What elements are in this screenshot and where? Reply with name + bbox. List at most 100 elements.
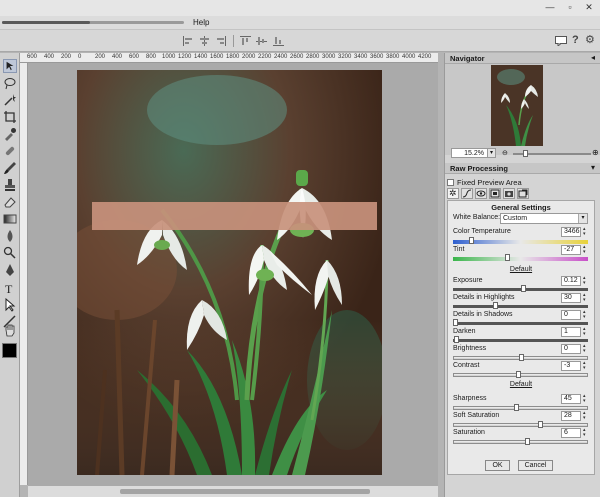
default-link-1[interactable]: Default	[448, 266, 594, 273]
tab-lens-icon[interactable]	[489, 188, 501, 199]
minimize-icon[interactable]: —	[544, 2, 556, 13]
soft-saturation-spinner[interactable]: ▴ ▾	[583, 411, 589, 421]
help-icon[interactable]: ?	[572, 34, 579, 46]
exposure-value[interactable]: 0.12	[561, 276, 581, 286]
zoom-level-field[interactable]: 15.2%	[451, 148, 488, 158]
sharpness-spinner[interactable]: ▴ ▾	[583, 394, 589, 404]
ruler-label: 200	[61, 54, 72, 60]
magic-wand-icon[interactable]	[3, 93, 17, 107]
hand-tool-icon[interactable]	[3, 323, 17, 337]
blur-tool-icon[interactable]	[3, 229, 17, 243]
settings-icon[interactable]: ⚙	[585, 33, 595, 46]
lasso-tool-icon[interactable]	[3, 76, 17, 90]
saturation-value[interactable]: 6	[561, 428, 581, 438]
sharpness-value[interactable]: 45	[561, 394, 581, 404]
pen-tool-icon[interactable]	[3, 263, 17, 277]
color-temperature-spinner[interactable]: ▴ ▾	[583, 227, 589, 237]
zoom-out-icon[interactable]: ⊖	[502, 149, 508, 157]
gradient-tool-icon[interactable]	[3, 212, 17, 226]
restore-icon[interactable]: ▫	[564, 2, 576, 13]
contrast-value[interactable]: -3	[561, 361, 581, 371]
details-shadows-value[interactable]: 0	[561, 310, 581, 320]
photo-snowdrops[interactable]	[77, 70, 382, 475]
svg-text:T: T	[5, 282, 13, 295]
menu-progress-slider[interactable]	[2, 21, 184, 24]
details-highlights-slider[interactable]	[453, 302, 588, 309]
cancel-button[interactable]: Cancel	[518, 460, 553, 471]
darken-slider[interactable]	[453, 336, 588, 343]
tint-slider[interactable]	[453, 254, 588, 261]
navigator-thumbnail[interactable]	[491, 65, 543, 146]
chevron-down-icon[interactable]: ▾	[578, 214, 587, 223]
fixed-preview-checkbox[interactable]	[447, 179, 454, 186]
saturation-slider[interactable]	[453, 438, 588, 445]
brightness-spinner[interactable]: ▴ ▾	[583, 344, 589, 354]
details-highlights-spinner[interactable]: ▴ ▾	[583, 293, 589, 303]
brightness-value[interactable]: 0	[561, 344, 581, 354]
chat-icon[interactable]	[555, 36, 567, 46]
ruler-label: 600	[27, 54, 38, 60]
color-temperature-slider[interactable]	[453, 237, 588, 244]
panel-collapse-icon[interactable]: ◂	[591, 53, 595, 62]
tint-spinner[interactable]: ▴ ▾	[583, 245, 589, 255]
ruler-label: 2200	[258, 54, 272, 60]
brush-tool-icon[interactable]	[3, 161, 17, 175]
zoom-in-icon[interactable]: ⊕	[592, 148, 599, 157]
contrast-slider[interactable]	[453, 371, 588, 378]
options-divider	[233, 35, 234, 47]
type-tool-icon[interactable]: T	[3, 281, 17, 295]
zoom-dropdown-arrow[interactable]: ▾	[487, 148, 496, 158]
eraser-tool-icon[interactable]	[3, 195, 17, 209]
details-shadows-slider[interactable]	[453, 319, 588, 326]
tab-curves-icon[interactable]	[461, 188, 473, 199]
navigator-header: Navigator ◂	[445, 53, 600, 64]
dodge-tool-icon[interactable]	[3, 246, 17, 260]
foreground-color-swatch[interactable]	[2, 343, 17, 358]
align-middle-icon[interactable]	[256, 36, 267, 46]
details-shadows-spinner[interactable]: ▴ ▾	[583, 310, 589, 320]
clone-stamp-icon[interactable]	[3, 178, 17, 192]
details-highlights-value[interactable]: 30	[561, 293, 581, 303]
saturation-spinner[interactable]: ▴ ▾	[583, 428, 589, 438]
align-right-icon[interactable]	[215, 36, 226, 46]
path-selection-icon[interactable]	[3, 298, 17, 312]
default-link-2[interactable]: Default	[448, 381, 594, 388]
right-panel: Navigator ◂ 15.2% ▾ ⊖ ⊕ Raw Processing ▾…	[444, 53, 600, 497]
eyedropper-tool-icon[interactable]	[3, 127, 17, 141]
scrollbar-thumb[interactable]	[120, 489, 370, 494]
darken-spinner[interactable]: ▴ ▾	[583, 327, 589, 337]
close-icon[interactable]: ✕	[583, 2, 595, 13]
tab-detail-icon[interactable]	[475, 188, 487, 199]
general-settings-title: General Settings	[491, 203, 551, 212]
zoom-slider[interactable]	[513, 150, 591, 157]
panel-menu-icon[interactable]: ▾	[591, 163, 595, 172]
color-temperature-value[interactable]: 3466	[561, 227, 581, 237]
exposure-spinner[interactable]: ▴ ▾	[583, 276, 589, 286]
healing-brush-icon[interactable]	[3, 144, 17, 158]
align-center-icon[interactable]	[199, 36, 210, 46]
crop-tool-icon[interactable]	[3, 110, 17, 124]
ruler-label: 3800	[386, 54, 400, 60]
soft-saturation-slider[interactable]	[453, 421, 588, 428]
details-highlights-label: Details in Highlights	[453, 294, 515, 301]
tint-value[interactable]: -27	[561, 245, 581, 255]
align-top-icon[interactable]	[240, 36, 251, 46]
tab-settings-icon[interactable]: ✲	[447, 188, 459, 199]
tab-camera-icon[interactable]	[503, 188, 515, 199]
fixed-preview-row: Fixed Preview Area	[447, 178, 597, 188]
darken-value[interactable]: 1	[561, 327, 581, 337]
exposure-slider[interactable]	[453, 285, 588, 292]
align-bottom-icon[interactable]	[273, 36, 284, 46]
menu-help[interactable]: Help	[193, 18, 209, 27]
ruler-label: 400	[112, 54, 123, 60]
tab-presets-icon[interactable]	[517, 188, 529, 199]
align-left-icon[interactable]	[183, 36, 194, 46]
ok-button[interactable]: OK	[485, 460, 510, 471]
move-tool-icon[interactable]	[3, 59, 17, 73]
horizontal-scrollbar[interactable]	[28, 485, 438, 497]
soft-saturation-value[interactable]: 28	[561, 411, 581, 421]
sharpness-slider[interactable]	[453, 404, 588, 411]
contrast-spinner[interactable]: ▴ ▾	[583, 361, 589, 371]
white-balance-select[interactable]: Custom ▾	[500, 213, 588, 224]
brightness-slider[interactable]	[453, 354, 588, 361]
